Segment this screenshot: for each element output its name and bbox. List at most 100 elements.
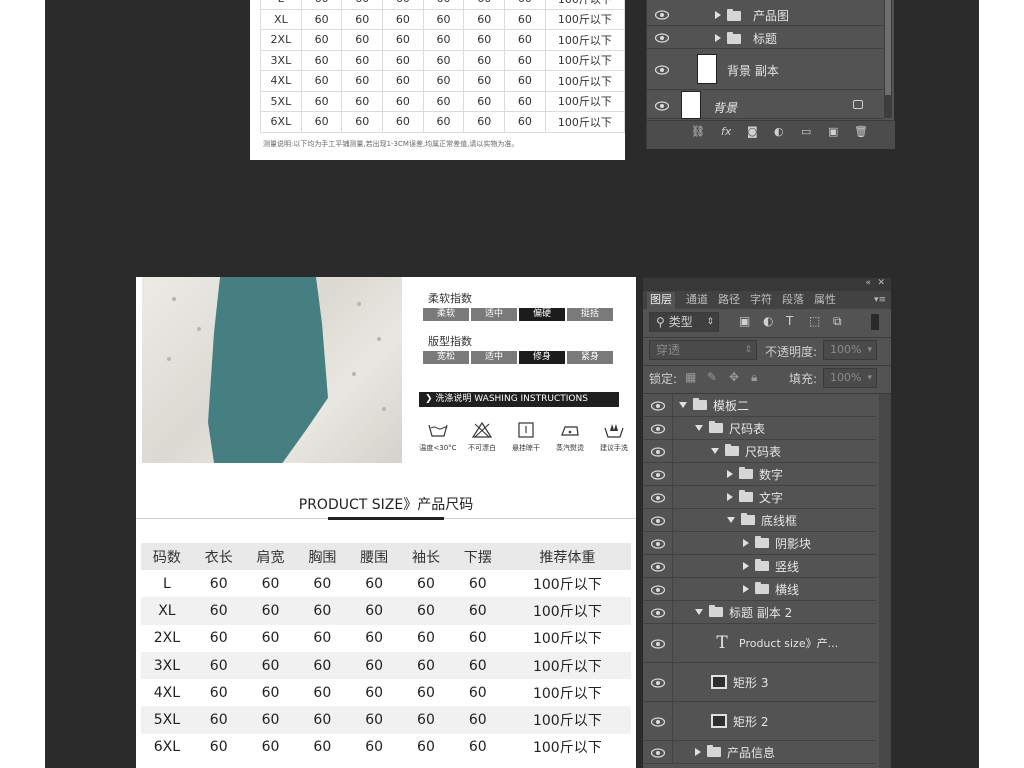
layer-row[interactable]: T Product size》产... [643,624,877,663]
expand-arrow-icon[interactable] [695,748,701,756]
layer-row-title[interactable]: 标题 [647,27,883,49]
filter-shape-icon[interactable]: ⬚ [809,314,820,328]
filter-type-icon[interactable]: T [786,314,793,328]
opacity-field[interactable]: 100% ▾ [823,340,877,360]
link-icon[interactable]: ⛓ [691,125,705,138]
layer-row[interactable]: 尺码表 [643,417,877,440]
table-cell: 60 [468,630,487,647]
expand-arrow-icon[interactable] [743,585,749,593]
scrollbar-thumb[interactable] [885,0,891,95]
layer-row[interactable]: 阴影块 [643,532,877,555]
collapse-arrow-icon[interactable] [711,448,719,454]
fit-tag-active: 修身 [519,351,565,364]
layer-row[interactable]: 文字 [643,486,877,509]
layer-row-background[interactable]: 背景 [647,91,883,119]
scrollbar[interactable] [884,0,892,118]
panel-tabs: 图层 通道 路径 字符 段落 属性 ▾≡ [643,291,891,309]
layer-row[interactable]: 产品信息 [643,741,877,764]
collapse-arrow-icon[interactable] [695,425,703,431]
layer-row[interactable]: 矩形 2 [643,702,877,741]
lock-transparent-icon[interactable]: ▦ [685,370,696,384]
layer-row[interactable]: 竖线 [643,555,877,578]
tab-character[interactable]: 字符 [747,292,775,309]
expand-arrow-icon[interactable] [715,11,721,19]
trash-icon[interactable]: 🗑 [854,125,868,138]
lock-position-icon[interactable]: ✥ [729,370,739,384]
mask-icon[interactable]: ◙ [747,125,758,138]
eye-icon[interactable] [651,717,665,727]
table-cell: 5XL [141,706,193,734]
lock-all-icon[interactable]: 🔒︎ [751,370,757,385]
layer-row[interactable]: 标题 副本 2 [643,601,877,624]
fill-field[interactable]: 100% ▾ [823,368,877,388]
eye-icon[interactable] [651,447,665,457]
eye-icon[interactable] [651,562,665,572]
folder-icon [739,467,753,479]
expand-arrow-icon[interactable] [743,562,749,570]
expand-arrow-icon[interactable] [727,470,733,478]
table-cell: 60 [365,739,384,756]
eye-icon[interactable] [651,539,665,549]
collapse-arrow-icon[interactable] [727,517,735,523]
eye-icon[interactable] [655,65,669,75]
eye-icon[interactable] [655,10,669,20]
close-icon[interactable]: ✕ [877,278,885,288]
layer-row-product-image[interactable]: 产品图 [647,4,883,26]
no-bleach-icon [472,422,492,438]
eye-icon[interactable] [651,585,665,595]
collapse-icon[interactable]: « [865,278,871,288]
table-cell: 60 [300,70,343,92]
layer-row[interactable]: 横线 [643,578,877,601]
visibility-column [643,555,673,577]
eye-icon[interactable] [655,33,669,43]
layer-row[interactable]: 模板二 [643,394,877,417]
filter-toggle[interactable] [871,314,879,330]
eye-icon[interactable] [651,639,665,649]
eye-icon[interactable] [651,424,665,434]
expand-arrow-icon[interactable] [715,34,721,42]
layer-row[interactable]: 数字 [643,463,877,486]
layers-scrollbar[interactable] [879,394,891,768]
lock-image-icon[interactable]: ✎ [707,370,717,384]
table-cell: XL [141,597,193,625]
expand-arrow-icon[interactable] [727,493,733,501]
tab-channels[interactable]: 通道 [683,292,711,309]
fx-icon[interactable]: fx [721,125,731,138]
folder-icon [739,490,753,502]
tab-paragraph[interactable]: 段落 [779,292,807,309]
filter-kind-select[interactable]: ⚲ 类型 ⇕ [649,312,719,332]
layer-content: 文字 [727,486,783,508]
top-size-sheet: L606060606060100斤以下XL606060606060100斤以下2… [250,0,626,160]
layer-row[interactable]: 尺码表 [643,440,877,463]
tab-properties[interactable]: 属性 [811,292,839,309]
layer-row[interactable]: 矩形 3 [643,663,877,702]
tab-paths[interactable]: 路径 [715,292,743,309]
eye-icon[interactable] [651,493,665,503]
eye-icon[interactable] [651,470,665,480]
new-group-icon[interactable]: ▭ [801,125,811,138]
eye-icon[interactable] [651,401,665,411]
eye-icon[interactable] [651,608,665,618]
eye-icon[interactable] [655,101,669,111]
filter-adjustment-icon[interactable]: ◐ [763,314,773,328]
collapse-arrow-icon[interactable] [679,402,687,408]
eye-icon[interactable] [651,748,665,758]
table-cell: 60 [463,8,506,30]
table-row: 4XL 60 60 60 60 60 60 100斤以下 [260,70,626,92]
tab-layers[interactable]: 图层 [647,292,675,309]
layer-row-bg-copy[interactable]: 背景 副本 [647,50,883,90]
blend-mode-select[interactable]: 穿透 ⇕ [649,340,757,360]
filter-smart-object-icon[interactable]: ⧉ [833,314,842,329]
adjustment-icon[interactable]: ◐ [774,125,784,138]
eye-icon[interactable] [651,678,665,688]
layer-row[interactable]: 底线框 [643,509,877,532]
filter-pixel-icon[interactable]: ▣ [739,314,750,328]
layer-name: 文字 [759,490,784,505]
table-cell: 60 [300,8,343,30]
panel-menu-icon[interactable]: ▾≡ [871,292,889,309]
eye-icon[interactable] [651,516,665,526]
sofa-tuft [377,337,381,341]
expand-arrow-icon[interactable] [743,539,749,547]
new-layer-icon[interactable]: ▣ [828,125,838,138]
collapse-arrow-icon[interactable] [695,609,703,615]
